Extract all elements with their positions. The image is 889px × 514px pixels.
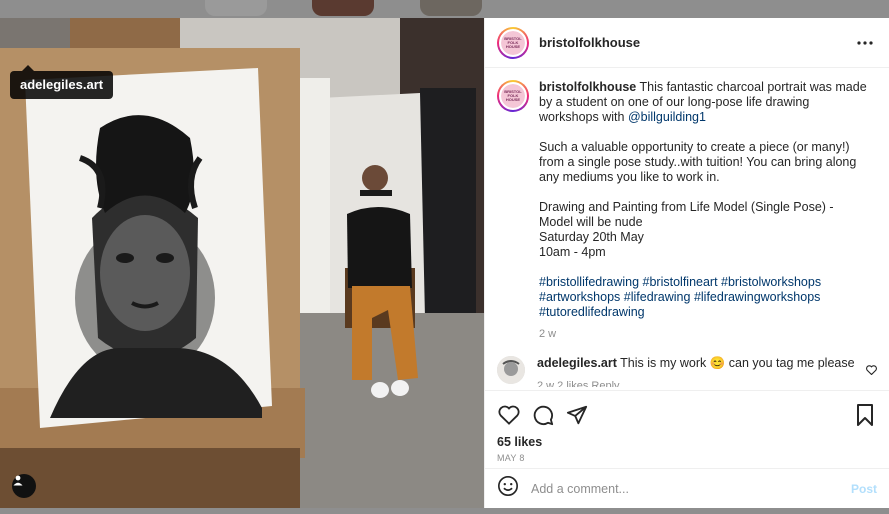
user-tag-icon[interactable] (12, 474, 36, 498)
likes-count[interactable]: 65 likes (497, 435, 877, 449)
comment-text: This is my work 😊 can you tag me please (616, 356, 855, 370)
add-comment-input[interactable] (531, 481, 851, 496)
background-thumbnail (205, 0, 267, 16)
comment-meta[interactable]: 2 w 2 likes Reply (537, 379, 858, 387)
brand-logo: BRISTOL FOLK HOUSE (501, 30, 525, 55)
post-details-panel: BRISTOL FOLK HOUSE bristolfolkhouse BRIS… (484, 18, 889, 508)
post-comment-button[interactable]: Post (851, 482, 877, 496)
caption-event-title: Drawing and Painting from Life Model (Si… (539, 200, 834, 229)
background-thumbnail (420, 0, 482, 16)
comment-username[interactable]: adelegiles.art (537, 356, 617, 370)
post-modal: adelegiles.art BRISTOL FOLK HOUSE bristo… (0, 18, 889, 508)
caption-event-date: Saturday 20th May (539, 230, 644, 244)
caption-timestamp[interactable]: 2 w (539, 327, 869, 342)
account-avatar[interactable]: BRISTOL FOLK HOUSE (497, 26, 529, 59)
caption-hashtags[interactable]: #bristollifedrawing #bristolfineart #bri… (539, 275, 869, 320)
post-caption: BRISTOL FOLK HOUSE bristolfolkhouse This… (497, 80, 877, 342)
brand-logo: BRISTOL FOLK HOUSE (501, 84, 525, 108)
paper-plane-icon[interactable] (565, 403, 589, 427)
photo-user-tag[interactable]: adelegiles.art (10, 65, 114, 99)
post-header: BRISTOL FOLK HOUSE bristolfolkhouse (485, 18, 889, 68)
emoji-smile-icon[interactable] (497, 475, 519, 502)
post-actions: 65 likes MAY 8 (485, 390, 889, 468)
bookmark-icon[interactable] (853, 403, 877, 427)
heart-icon[interactable] (497, 403, 521, 427)
post-date[interactable]: MAY 8 (497, 453, 877, 463)
caption-avatar[interactable]: BRISTOL FOLK HOUSE (497, 80, 529, 112)
caption-mention-link[interactable]: @billguilding1 (628, 110, 706, 124)
caption-event-time: 10am - 4pm (539, 245, 606, 259)
caption-paragraph-2: Such a valuable opportunity to create a … (539, 140, 857, 184)
caption-username[interactable]: bristolfolkhouse (539, 80, 636, 94)
comment-bubble-icon[interactable] (531, 403, 555, 427)
comment-item: adelegiles.art This is my work 😊 can you… (497, 356, 877, 387)
commenter-avatar[interactable] (497, 356, 525, 384)
background-thumbnail (312, 0, 374, 16)
post-photo[interactable]: adelegiles.art (0, 18, 484, 508)
add-comment-bar: Post (485, 468, 889, 508)
comment-like-heart-icon[interactable] (866, 362, 877, 380)
comments-section[interactable]: BRISTOL FOLK HOUSE bristolfolkhouse This… (485, 68, 889, 390)
caption-text: bristolfolkhouse This fantastic charcoal… (539, 80, 869, 342)
header-username[interactable]: bristolfolkhouse (539, 35, 853, 50)
more-horizontal-icon[interactable] (853, 31, 877, 55)
